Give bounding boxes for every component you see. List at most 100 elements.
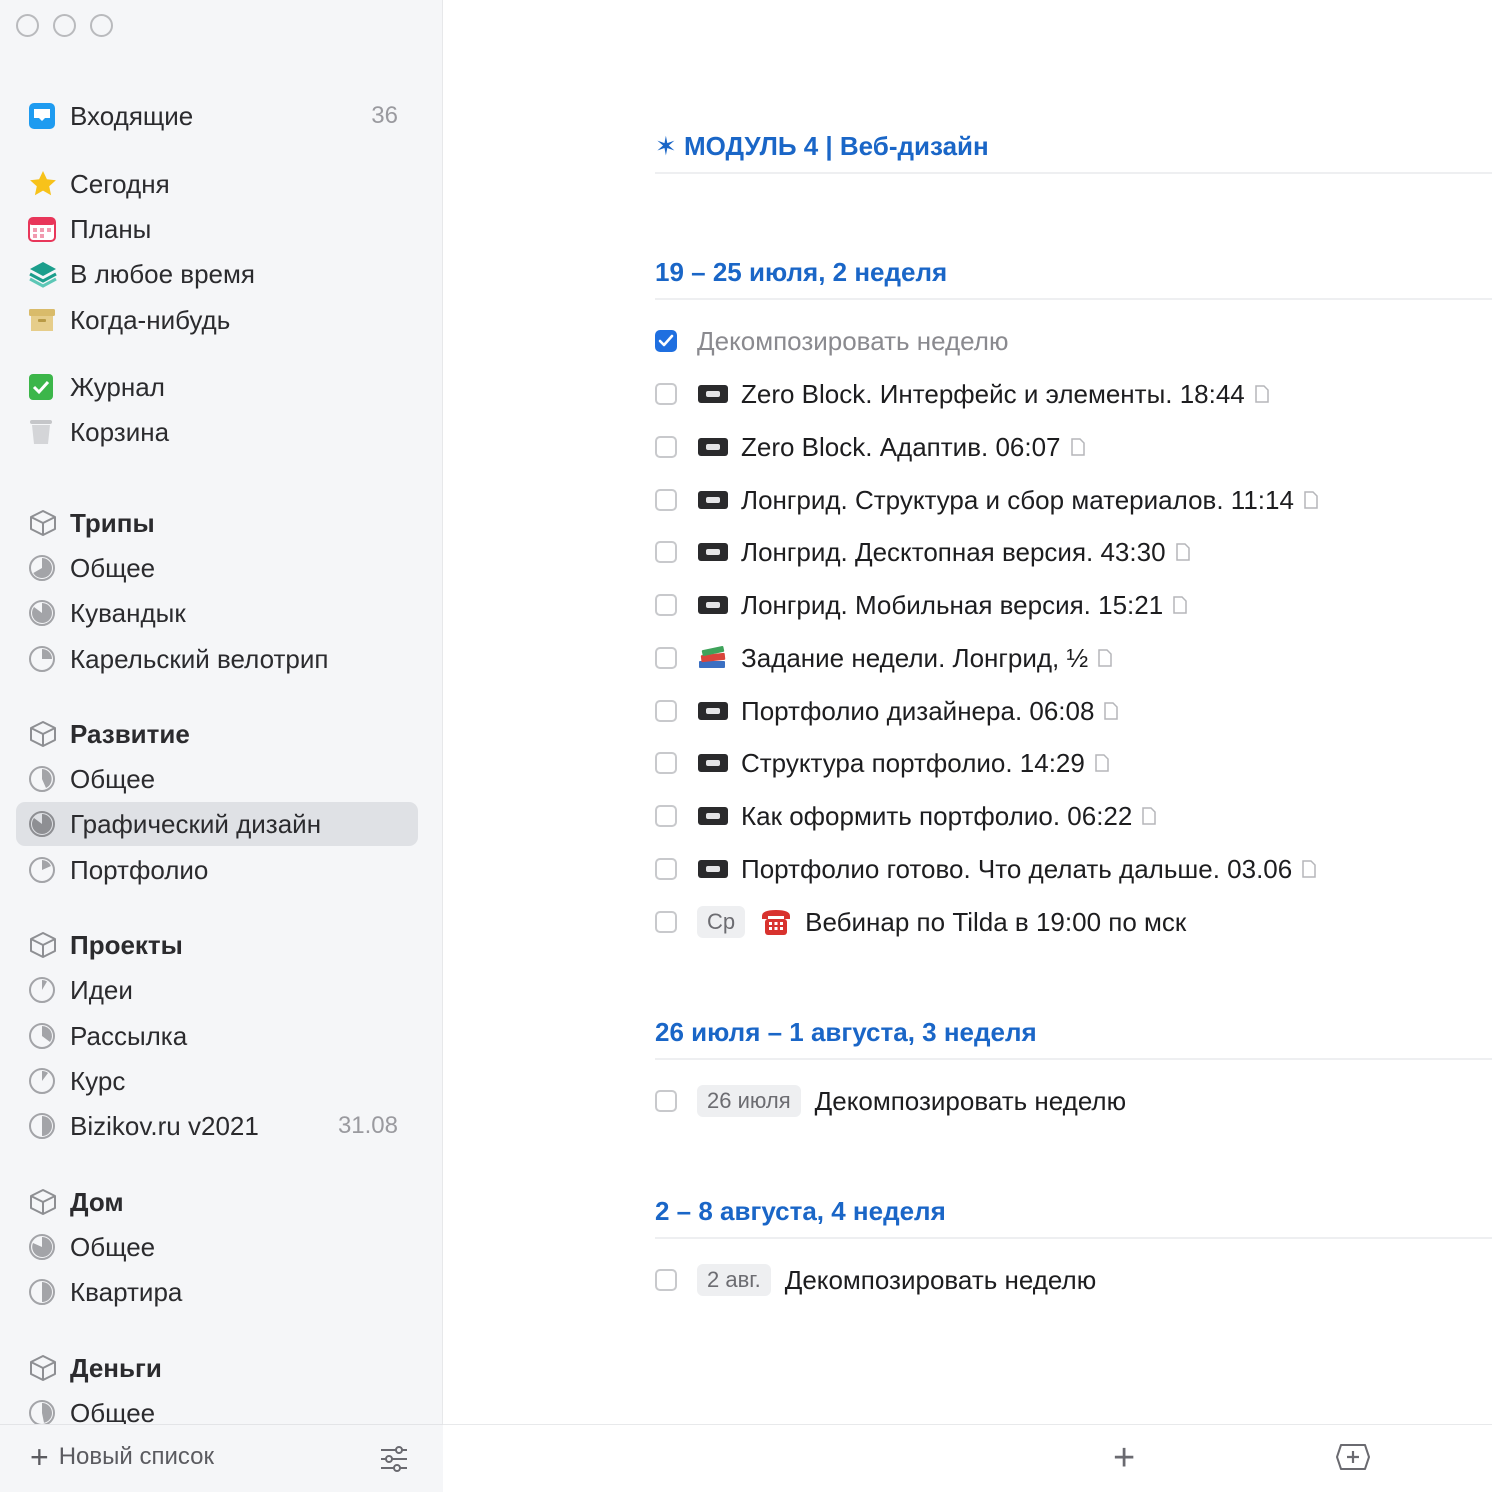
section-heading[interactable]: 26 июля – 1 августа, 3 неделя bbox=[655, 1017, 1492, 1060]
sidebar-area-development[interactable]: Развитие bbox=[16, 712, 418, 756]
sidebar-item-label: Развитие bbox=[70, 718, 190, 749]
task-checkbox[interactable] bbox=[655, 541, 677, 563]
sidebar-project-apartment[interactable]: Квартира bbox=[16, 1270, 418, 1314]
task-checkbox[interactable] bbox=[655, 752, 677, 774]
task-row[interactable]: Задание недели. Лонгрид, ½ bbox=[655, 636, 1112, 680]
task-row[interactable]: Портфолио готово. Что делать дальше. 03.… bbox=[655, 847, 1316, 891]
sidebar-item-label: Корзина bbox=[70, 416, 170, 447]
books-icon bbox=[697, 645, 729, 671]
task-title: Задание недели. Лонгрид, ½ bbox=[741, 642, 1089, 673]
task-checkbox[interactable] bbox=[655, 436, 677, 458]
sidebar-project-newsletter[interactable]: Рассылка bbox=[16, 1014, 418, 1058]
task-row[interactable]: 26 июля Декомпозировать неделю bbox=[655, 1079, 1126, 1123]
task-title: Как оформить портфолио. 06:22 bbox=[741, 800, 1133, 831]
task-row[interactable]: Ср Вебинар по Tilda в 19:00 по мск bbox=[655, 900, 1186, 944]
task-row[interactable]: 2 авг. Декомпозировать неделю bbox=[655, 1258, 1096, 1302]
add-heading-icon[interactable] bbox=[1335, 1443, 1371, 1476]
sidebar-project-kuvandyk[interactable]: Кувандык bbox=[16, 591, 418, 635]
task-row[interactable]: Лонгрид. Структура и сбор материалов. 11… bbox=[655, 478, 1318, 522]
sidebar-item-label: Графический дизайн bbox=[70, 808, 322, 839]
task-checkbox[interactable] bbox=[655, 805, 677, 827]
sidebar-item-logbook[interactable]: Журнал bbox=[16, 365, 418, 409]
section-heading[interactable]: 2 – 8 августа, 4 неделя bbox=[655, 1196, 1492, 1239]
minimize-window-button[interactable] bbox=[53, 14, 76, 37]
sidebar-item-trash[interactable]: Корзина bbox=[16, 410, 418, 454]
sidebar-item-label: Карельский велотрип bbox=[70, 643, 329, 674]
sidebar-item-someday[interactable]: Когда-нибудь bbox=[16, 298, 418, 342]
progress-pie-icon bbox=[28, 856, 62, 884]
sidebar-item-label: В любое время bbox=[70, 258, 255, 289]
task-checkbox[interactable] bbox=[655, 700, 677, 722]
telephone-icon bbox=[759, 907, 793, 937]
close-window-button[interactable] bbox=[16, 14, 39, 37]
task-checkbox[interactable] bbox=[655, 489, 677, 511]
task-title: Декомпозировать неделю bbox=[814, 1085, 1127, 1116]
main-toolbar: + bbox=[443, 1424, 1492, 1492]
logbook-icon bbox=[28, 373, 62, 401]
sidebar-footer: + Новый список bbox=[0, 1424, 443, 1492]
sidebar-item-label: Журнал bbox=[70, 371, 165, 402]
progress-pie-icon bbox=[28, 1233, 62, 1261]
sidebar-item-label: Сегодня bbox=[70, 168, 170, 199]
task-row[interactable]: Лонгрид. Десктопная версия. 43:30 bbox=[655, 530, 1190, 574]
task-row[interactable]: Декомпозировать неделю bbox=[655, 319, 1008, 363]
star-icon bbox=[28, 169, 62, 199]
task-checkbox[interactable] bbox=[655, 383, 677, 405]
task-title: Вебинар по Tilda в 19:00 по мск bbox=[805, 906, 1187, 937]
note-icon bbox=[1095, 754, 1109, 772]
note-icon bbox=[1302, 860, 1316, 878]
zoom-window-button[interactable] bbox=[90, 14, 113, 37]
sidebar-area-trips[interactable]: Трипы bbox=[16, 501, 418, 545]
sidebar-area-projects[interactable]: Проекты bbox=[16, 923, 418, 967]
window-controls bbox=[16, 14, 113, 37]
sidebar-item-label: Общее bbox=[70, 552, 156, 583]
task-row[interactable]: Zero Block. Интерфейс и элементы. 18:44 bbox=[655, 372, 1269, 416]
sidebar-item-anytime[interactable]: В любое время bbox=[16, 252, 418, 296]
sidebar-item-upcoming[interactable]: Планы bbox=[16, 207, 418, 251]
sidebar-project-general[interactable]: Общее bbox=[16, 1225, 418, 1269]
new-list-button[interactable]: + Новый список bbox=[30, 1441, 214, 1473]
sidebar-project-karelia[interactable]: Карельский велотрип bbox=[16, 637, 418, 681]
task-checkbox[interactable] bbox=[655, 330, 677, 352]
task-row[interactable]: Портфолио дизайнера. 06:08 bbox=[655, 689, 1119, 733]
sidebar-project-course[interactable]: Курс bbox=[16, 1059, 418, 1103]
task-title: Zero Block. Адаптив. 06:07 bbox=[741, 431, 1061, 462]
sidebar-project-general[interactable]: Общее bbox=[16, 757, 418, 801]
task-row[interactable]: Структура портфолио. 14:29 bbox=[655, 741, 1109, 785]
sidebar-item-label: Рассылка bbox=[70, 1020, 188, 1051]
task-row[interactable]: Лонгрид. Мобильная версия. 15:21 bbox=[655, 583, 1187, 627]
sidebar-project-portfolio[interactable]: Портфолио bbox=[16, 848, 418, 892]
sidebar-area-money[interactable]: Деньги bbox=[16, 1346, 418, 1390]
sidebar-project-bizikov[interactable]: Bizikov.ru v2021 31.08 bbox=[16, 1104, 418, 1148]
project-view: ✶ МОДУЛЬ 4 | Веб-дизайн 19 – 25 июля, 2 … bbox=[443, 0, 1492, 1492]
sidebar: Входящие 36 Сегодня Планы В любое время … bbox=[0, 0, 443, 1492]
task-row[interactable]: Как оформить портфолио. 06:22 bbox=[655, 794, 1157, 838]
sidebar-area-home[interactable]: Дом bbox=[16, 1180, 418, 1224]
sidebar-item-label: Когда-нибудь bbox=[70, 304, 231, 335]
sidebar-item-label: Bizikov.ru v2021 bbox=[70, 1110, 259, 1141]
task-checkbox[interactable] bbox=[655, 594, 677, 616]
task-row[interactable]: Zero Block. Адаптив. 06:07 bbox=[655, 425, 1085, 469]
section-heading[interactable]: 19 – 25 июля, 2 неделя bbox=[655, 257, 1492, 300]
note-icon bbox=[1173, 596, 1187, 614]
area-cube-icon bbox=[28, 508, 62, 538]
settings-sliders-icon[interactable] bbox=[379, 1445, 409, 1478]
add-task-plus-icon[interactable]: + bbox=[1113, 1439, 1135, 1477]
task-checkbox[interactable] bbox=[655, 858, 677, 880]
sidebar-item-today[interactable]: Сегодня bbox=[16, 162, 418, 206]
task-checkbox[interactable] bbox=[655, 647, 677, 669]
sidebar-project-ideas[interactable]: Идеи bbox=[16, 968, 418, 1012]
date-tag: Ср bbox=[697, 906, 746, 938]
videotape-icon bbox=[697, 436, 729, 458]
note-icon bbox=[1070, 438, 1085, 456]
sidebar-item-inbox[interactable]: Входящие 36 bbox=[16, 94, 418, 138]
section-heading[interactable]: ✶ МОДУЛЬ 4 | Веб-дизайн bbox=[655, 131, 1492, 174]
videotape-icon bbox=[697, 383, 729, 405]
note-icon bbox=[1175, 543, 1190, 561]
task-title: Структура портфолио. 14:29 bbox=[741, 747, 1085, 778]
task-checkbox[interactable] bbox=[655, 911, 677, 933]
sidebar-project-general[interactable]: Общее bbox=[16, 546, 418, 590]
task-checkbox[interactable] bbox=[655, 1269, 677, 1291]
sidebar-project-graphic-design[interactable]: Графический дизайн bbox=[16, 802, 418, 846]
task-checkbox[interactable] bbox=[655, 1090, 677, 1112]
